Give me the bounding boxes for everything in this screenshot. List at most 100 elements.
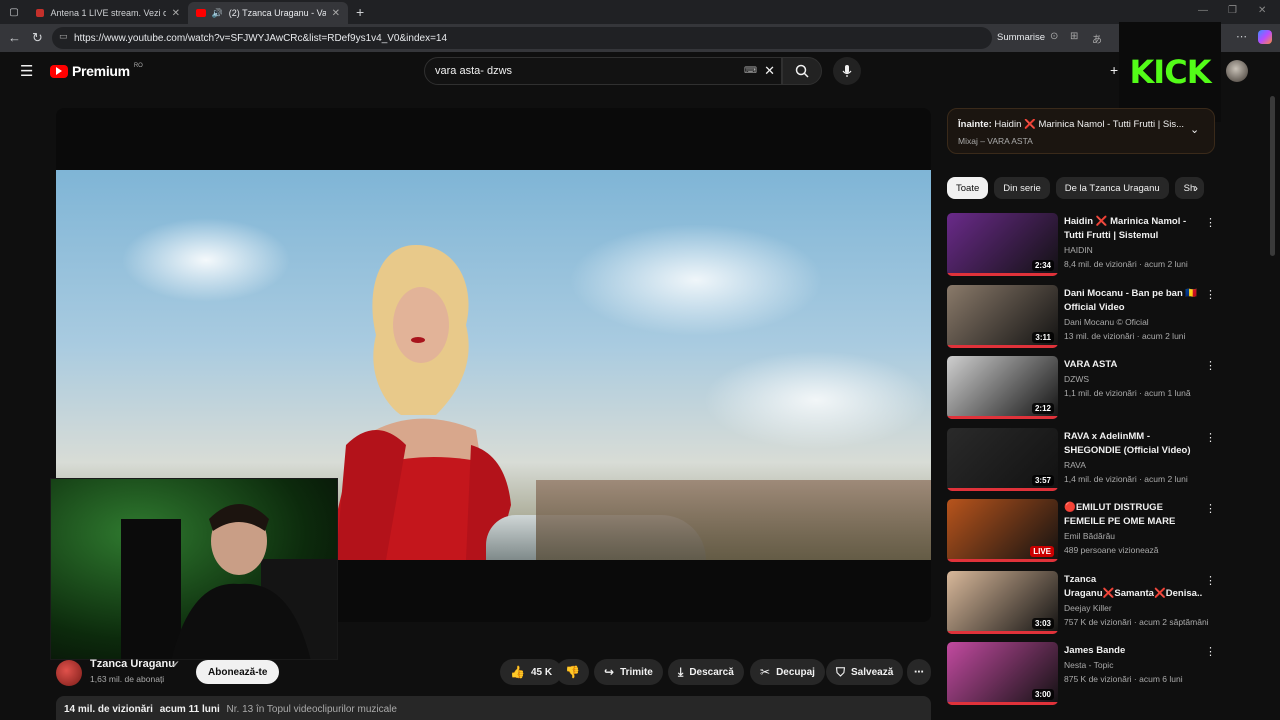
video-title[interactable]: VARA ASTA [1064, 358, 1202, 372]
kick-logo-overlay: KICK [1119, 22, 1221, 122]
hamburger-menu-icon[interactable]: ☰ [20, 62, 33, 80]
minimize-icon[interactable]: — [1198, 5, 1208, 16]
more-vert-icon[interactable]: ⋮ [1205, 502, 1216, 515]
subscribe-button[interactable]: Abonează-te [196, 660, 280, 684]
description-box[interactable]: 14 mil. de vizionări acum 11 luni Nr. 13… [56, 696, 931, 720]
video-channel[interactable]: RAVA [1064, 460, 1086, 470]
download-button[interactable]: ⤓ Descarcă [668, 659, 744, 685]
search-button[interactable] [782, 57, 822, 85]
up-next-title: Înainte: Haidin ❌ Marinica Namol - Tutti… [958, 119, 1188, 130]
clear-search-icon[interactable]: ✕ [764, 63, 775, 79]
chevron-right-icon[interactable]: › [1194, 181, 1198, 195]
voice-search-button[interactable] [833, 57, 861, 85]
recommendation-item[interactable]: 3:03 Tzanca Uraganu❌Samanta❌Denisa... Deej… [947, 570, 1217, 637]
share-button[interactable]: ↪ Trimite [594, 659, 663, 685]
video-thumbnail[interactable]: 2:12 [947, 356, 1058, 419]
scissors-icon: ✂ [760, 665, 771, 679]
copilot-icon[interactable] [1258, 30, 1272, 44]
restore-icon[interactable]: ❐ [1228, 5, 1237, 16]
browser-tab[interactable]: Antena 1 LIVE stream. Vezi online ✕ [28, 2, 188, 24]
up-next-video-title: Haidin ❌ Marinica Namol - Tutti Frutti |… [994, 119, 1184, 130]
channel-avatar[interactable] [56, 660, 82, 686]
more-vert-icon[interactable]: ⋮ [1205, 216, 1216, 229]
chevron-down-icon[interactable]: ⌄ [1190, 123, 1199, 136]
recommendation-item[interactable]: LIVE 🔴EMILUT DISTRUGE FEMEILE PE OME MARE… [947, 499, 1217, 565]
more-vert-icon[interactable]: ⋮ [1205, 645, 1216, 658]
chip-from-channel[interactable]: De la Tzanca Uraganu [1055, 177, 1169, 199]
clip-button[interactable]: ✂ Decupaj [750, 659, 825, 685]
youtube-logo[interactable]: Premium RO [50, 63, 143, 79]
video-channel[interactable]: DZWS [1064, 374, 1089, 384]
video-title[interactable]: RAVA x AdelinMM - SHEGONDIE (Official Vi… [1064, 430, 1202, 458]
channel-name[interactable]: Tzanca Uraganu [90, 658, 175, 670]
site-info-icon[interactable]: ▭ [59, 31, 68, 42]
video-channel[interactable]: Deejay Killer [1064, 603, 1112, 613]
search-value: vara asta- dzws [435, 65, 513, 77]
video-thumbnail[interactable]: 3:57 [947, 427, 1058, 491]
logo-region: RO [133, 63, 143, 69]
video-thumbnail[interactable]: 3:03 [947, 570, 1058, 634]
search-input[interactable]: vara asta- dzws ⌨ ✕ [424, 57, 782, 85]
video-channel[interactable]: Emil Bădărău [1064, 531, 1115, 541]
recommendation-item[interactable]: 3:11 Dani Mocanu - Ban pe ban 🇷🇴 Official… [947, 284, 1217, 351]
video-channel[interactable]: Dani Mocanu © Oficial [1064, 317, 1149, 327]
menu-dots-icon[interactable]: ⋯ [1236, 30, 1247, 43]
video-thumbnail[interactable]: 3:00 [947, 642, 1058, 705]
more-actions-button[interactable]: ⋯ [907, 659, 931, 685]
video-thumbnail[interactable]: LIVE [947, 499, 1058, 562]
video-title[interactable]: James Bande [1064, 644, 1202, 658]
share-label: Trimite [620, 666, 653, 678]
more-vert-icon[interactable]: ⋮ [1205, 288, 1216, 301]
recommendation-item[interactable]: 2:12 VARA ASTA DZWS 1,1 mil. de vizionări ·… [947, 356, 1217, 422]
recommendation-item[interactable]: 2:34 Haidin ❌ Marinica Namol - Tutti Frut… [947, 213, 1217, 279]
more-vert-icon[interactable]: ⋮ [1205, 431, 1216, 444]
translate-icon[interactable]: あ [1092, 31, 1102, 46]
like-button[interactable]: 👍 45 K [500, 659, 563, 685]
video-title[interactable]: Tzanca Uraganu❌Samanta❌Denisa... [1064, 573, 1202, 601]
tab-favicon-icon [36, 9, 45, 17]
dislike-button[interactable]: 👎 [556, 659, 589, 685]
chip-all[interactable]: Toate [947, 177, 989, 199]
summarise-button[interactable]: Summarise [997, 32, 1045, 43]
thumbs-down-icon: 👎 [565, 665, 580, 679]
background-buildings [536, 480, 931, 560]
extension-icon[interactable]: ⊙ [1050, 31, 1058, 42]
new-tab-button[interactable]: + [356, 4, 364, 20]
video-channel[interactable]: HAIDIN [1064, 245, 1093, 255]
back-icon[interactable]: ← [8, 30, 21, 45]
video-title[interactable]: Dani Mocanu - Ban pe ban 🇷🇴 Official Vid… [1064, 287, 1202, 315]
video-duration: 2:12 [1031, 403, 1054, 414]
speaker-icon[interactable]: 🔊 [212, 8, 223, 19]
video-title[interactable]: 🔴EMILUT DISTRUGE FEMEILE PE OME MARE NEB… [1064, 501, 1202, 529]
video-thumbnail[interactable]: 2:34 [947, 213, 1058, 276]
close-window-icon[interactable]: ✕ [1258, 5, 1266, 16]
chart-rank-link[interactable]: Nr. 13 în Topul videoclipurilor muzicale [227, 704, 397, 715]
split-view-icon[interactable]: ⊞ [1070, 31, 1078, 42]
more-vert-icon[interactable]: ⋮ [1205, 359, 1216, 372]
recommendation-item[interactable]: 3:57 RAVA x AdelinMM - SHEGONDIE (Officia… [947, 427, 1217, 494]
up-next-box[interactable]: Înainte: Haidin ❌ Marinica Namol - Tutti… [947, 108, 1215, 154]
create-icon[interactable]: + [1110, 62, 1118, 78]
url-field[interactable]: ▭ https://www.youtube.com/watch?v=SFJWYJ… [52, 27, 992, 49]
keyboard-icon[interactable]: ⌨ [744, 65, 757, 76]
save-button[interactable]: ⛉ Salvează [826, 659, 904, 685]
watch-progress-bar [947, 416, 1058, 419]
video-channel[interactable]: Nesta - Topic [1064, 660, 1113, 670]
page-scrollbar[interactable] [1270, 96, 1275, 256]
watch-progress-bar [947, 487, 1058, 491]
video-title[interactable]: Haidin ❌ Marinica Namol - Tutti Frutti |… [1064, 215, 1202, 243]
close-icon[interactable]: ✕ [332, 8, 340, 19]
close-icon[interactable]: ✕ [172, 8, 180, 19]
chip-shorts[interactable]: Sh [1174, 177, 1205, 199]
verified-icon: ✔ [172, 659, 180, 669]
more-vert-icon[interactable]: ⋮ [1205, 574, 1216, 587]
recommendation-item[interactable]: 3:00 James Bande Nesta - Topic 875 K de viz… [947, 642, 1217, 708]
more-dots-icon: ⋯ [914, 666, 924, 678]
video-thumbnail[interactable]: 3:11 [947, 284, 1058, 348]
profile-avatar[interactable] [1226, 60, 1248, 82]
reload-icon[interactable]: ↻ [32, 30, 43, 46]
youtube-header: ☰ Premium RO vara asta- dzws ⌨ ✕ + [0, 52, 1280, 92]
chip-series[interactable]: Din serie [994, 177, 1050, 199]
tab-actions-icon[interactable]: ▢ [0, 7, 28, 18]
browser-tab-active[interactable]: 🔊 (2) Tzanca Uraganu - Vara-i ✕ [188, 2, 348, 24]
